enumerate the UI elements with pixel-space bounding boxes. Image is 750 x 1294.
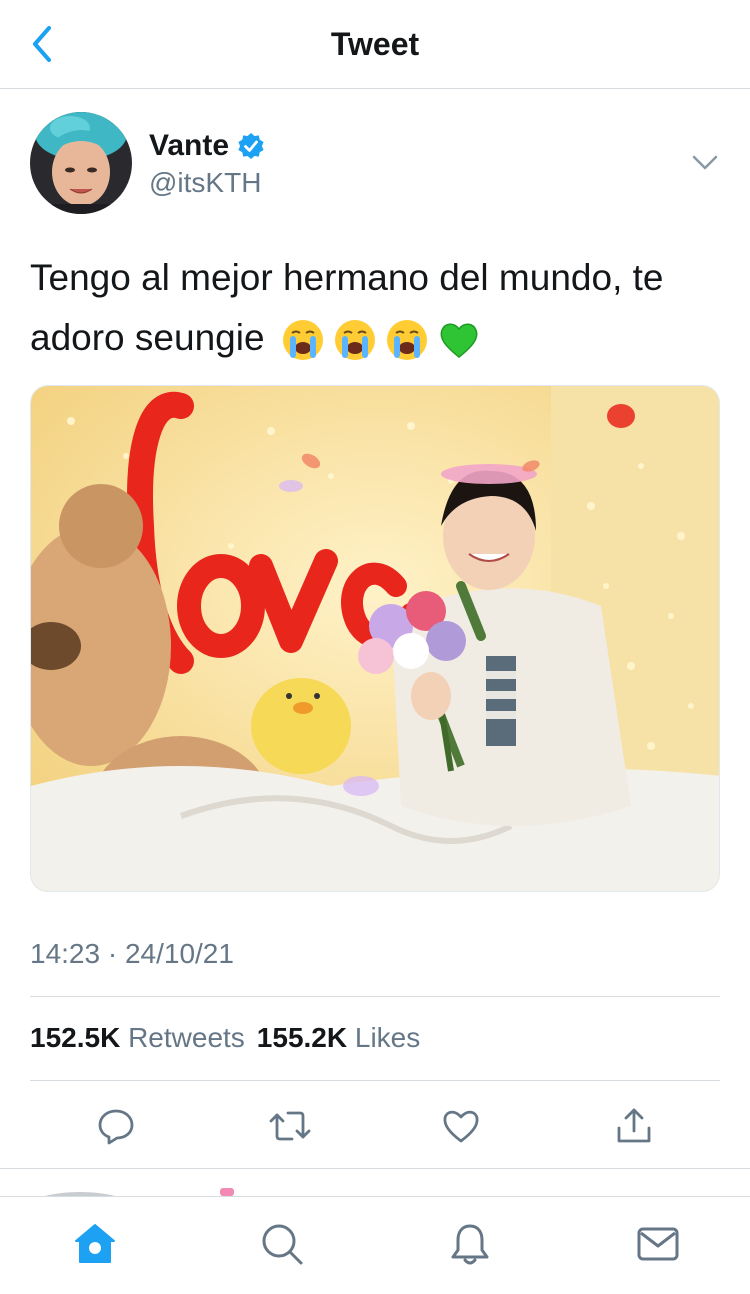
next-reply-preview[interactable] bbox=[30, 1170, 720, 1196]
tab-home[interactable] bbox=[70, 1219, 120, 1269]
tab-messages[interactable] bbox=[633, 1219, 683, 1269]
likes-count: 155.2K bbox=[256, 1022, 348, 1053]
bell-icon bbox=[451, 1224, 489, 1265]
top-bar: Tweet bbox=[0, 0, 750, 89]
tab-notifications[interactable] bbox=[445, 1219, 495, 1269]
likes-stat[interactable]: 155.2K Likes bbox=[257, 1022, 420, 1054]
photo-image bbox=[31, 386, 719, 891]
retweets-stat[interactable]: 152.5K Retweets bbox=[30, 1022, 245, 1054]
chevron-down-icon bbox=[692, 155, 718, 170]
share-icon bbox=[617, 1108, 651, 1143]
loudly-crying-face-icon bbox=[282, 320, 323, 361]
divider bbox=[30, 1080, 720, 1081]
home-icon bbox=[75, 1224, 115, 1263]
more-options-button[interactable] bbox=[690, 148, 720, 178]
heart-icon bbox=[443, 1110, 479, 1143]
user-handle: @itsKTH bbox=[149, 167, 262, 198]
tweet-stats: 152.5K Retweets 155.2K Likes bbox=[30, 1022, 420, 1054]
loudly-crying-face-icon bbox=[334, 320, 375, 361]
search-icon bbox=[262, 1224, 303, 1265]
green-heart-icon bbox=[440, 323, 478, 359]
retweet-button[interactable] bbox=[262, 1098, 318, 1154]
reply-icon bbox=[98, 1109, 134, 1145]
reply-button[interactable] bbox=[88, 1098, 144, 1154]
bottom-tab-bar bbox=[0, 1196, 750, 1294]
divider bbox=[30, 996, 720, 997]
page-title: Tweet bbox=[330, 26, 420, 62]
mail-icon bbox=[637, 1227, 679, 1261]
emoji-group bbox=[281, 318, 481, 362]
tweet-body: Tengo al mejor hermano del mundo, te ado… bbox=[30, 248, 730, 368]
tweet-timestamp[interactable]: 14:23 · 24/10/21 bbox=[30, 938, 234, 970]
avatar[interactable] bbox=[30, 112, 132, 214]
retweets-label: Retweets bbox=[128, 1022, 245, 1053]
tweet-author: Vante @itsKTH bbox=[30, 112, 720, 216]
tweet-actions bbox=[30, 1098, 720, 1154]
loudly-crying-face-icon bbox=[386, 320, 427, 361]
tweet-media-photo[interactable] bbox=[30, 385, 720, 892]
verified-badge-icon bbox=[238, 133, 264, 159]
tab-search[interactable] bbox=[257, 1219, 307, 1269]
display-name-text: Vante bbox=[149, 129, 230, 162]
display-name[interactable]: Vante bbox=[149, 129, 265, 163]
divider bbox=[0, 1168, 750, 1169]
likes-label: Likes bbox=[354, 1022, 421, 1053]
retweets-count: 152.5K bbox=[30, 1022, 121, 1053]
like-button[interactable] bbox=[433, 1098, 489, 1154]
share-button[interactable] bbox=[606, 1098, 662, 1154]
retweet-icon bbox=[269, 1111, 311, 1141]
